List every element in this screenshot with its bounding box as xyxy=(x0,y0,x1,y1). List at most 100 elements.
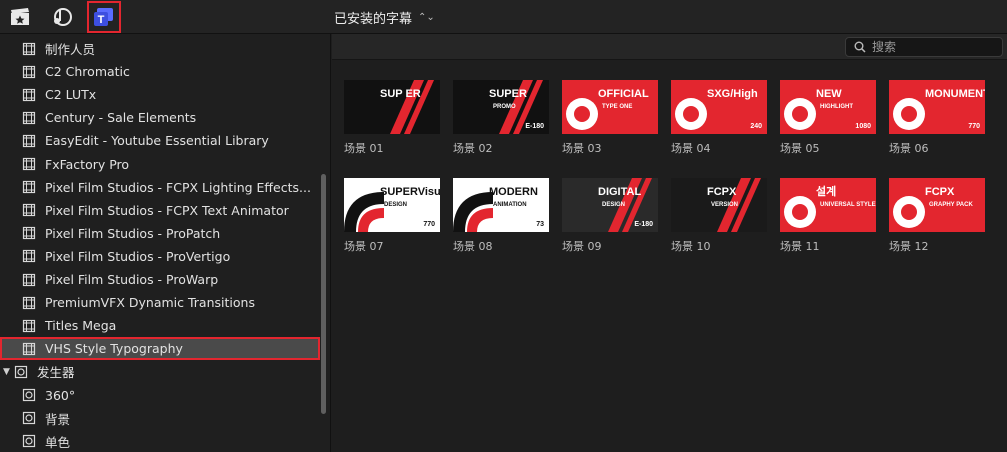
thumbnail-image[interactable]: 설계 UNIVERSAL STYLE xyxy=(780,178,876,232)
title-thumbnail[interactable]: DIGITAL DESIGN E-180 场景 09 xyxy=(562,178,658,254)
thumbnail-image[interactable]: SUPER PROMO E-180 xyxy=(453,80,549,134)
thumbnail-title-text: SXG/High xyxy=(707,88,758,100)
title-thumbnail[interactable]: MODERN ANIMATION 73 场景 08 xyxy=(453,178,549,254)
sidebar-item[interactable]: Pixel Film Studios - FCPX Text Animator xyxy=(0,199,320,222)
thumbnail-tag-text: 770 xyxy=(968,123,980,130)
disclosure-triangle-icon[interactable]: ▼ xyxy=(3,367,10,377)
sidebar-item[interactable]: Titles Mega xyxy=(0,314,320,337)
sidebar-group-generators[interactable]: ▼ 发生器 xyxy=(0,360,320,383)
thumbnail-image[interactable]: DIGITAL DESIGN E-180 xyxy=(562,178,658,232)
thumbnail-title-text: DIGITAL xyxy=(598,186,642,198)
sidebar-item[interactable]: 360° xyxy=(0,384,320,407)
clapper-star-icon[interactable] xyxy=(8,6,32,28)
title-category-icon xyxy=(22,250,36,263)
thumbnail-title-text: NEW xyxy=(816,88,842,100)
sidebar-scrollbar[interactable] xyxy=(321,174,326,414)
sidebar-item[interactable]: 制作人员 xyxy=(0,37,320,60)
sidebar-item-label: Titles Mega xyxy=(45,318,117,334)
thumbnail-subtitle-text: ANIMATION xyxy=(493,202,527,208)
thumbnail-label: 场景 07 xyxy=(344,240,384,253)
thumbnail-label: 场景 09 xyxy=(562,240,602,253)
title-category-icon xyxy=(22,88,36,101)
sidebar-item-label: VHS Style Typography xyxy=(45,341,183,357)
sidebar-item-label: 360° xyxy=(45,387,76,403)
thumbnail-label: 场景 04 xyxy=(671,142,711,155)
title-thumbnail[interactable]: 설계 UNIVERSAL STYLE 场景 11 xyxy=(780,178,876,254)
thumbnail-image[interactable]: SUPERVisual DESIGN 770 xyxy=(344,178,440,232)
thumbnail-label: 场景 10 xyxy=(671,240,711,253)
browser-toolbar: T 已安装的字幕 ⌃⌄ xyxy=(0,0,1007,34)
sidebar-item[interactable]: VHS Style Typography xyxy=(0,337,320,361)
thumbnail-title-text: SUPER xyxy=(489,88,527,100)
thumbnail-subtitle-text: PROMO xyxy=(493,104,516,110)
title-category-icon xyxy=(22,342,36,355)
sidebar-item[interactable]: Pixel Film Studios - ProWarp xyxy=(0,268,320,291)
title-category-icon xyxy=(22,227,36,240)
thumbnail-image[interactable]: SUP ER xyxy=(344,80,440,134)
thumbnail-image[interactable]: MONUMENT 770 xyxy=(889,80,985,134)
sidebar-item[interactable]: Pixel Film Studios - FCPX Lighting Effec… xyxy=(0,176,320,199)
thumbnail-subtitle-text: HIGHLIGHT xyxy=(820,104,853,110)
thumbnail-image[interactable]: SXG/High 240 xyxy=(671,80,767,134)
sidebar-item[interactable]: 单色 xyxy=(0,430,320,452)
title-thumbnail[interactable]: FCPX GRAPHY PACK 场景 12 xyxy=(889,178,985,254)
sidebar-item-label: EasyEdit - Youtube Essential Library xyxy=(45,133,269,149)
thumbnail-image[interactable]: FCPX VERSION xyxy=(671,178,767,232)
thumbnail-label: 场景 03 xyxy=(562,142,602,155)
sidebar-item-label: 背景 xyxy=(45,411,71,427)
title-thumbnail[interactable]: SUPER PROMO E-180 场景 02 xyxy=(453,80,549,156)
thumbnail-title-text: OFFICIAL xyxy=(598,88,649,100)
sidebar-item[interactable]: Century - Sale Elements xyxy=(0,106,320,129)
sidebar-item[interactable]: EasyEdit - Youtube Essential Library xyxy=(0,129,320,152)
thumbnail-label: 场景 05 xyxy=(780,142,820,155)
titles-icon[interactable]: T xyxy=(87,1,121,33)
title-category-icon xyxy=(22,111,36,124)
thumbnail-image[interactable]: NEW HIGHLIGHT 1080 xyxy=(780,80,876,134)
thumbnail-image[interactable]: MODERN ANIMATION 73 xyxy=(453,178,549,232)
thumbnail-image[interactable]: FCPX GRAPHY PACK xyxy=(889,178,985,232)
generator-item-icon xyxy=(22,388,36,402)
thumbnail-tag-text: E-180 xyxy=(634,221,653,228)
sidebar-item-label: 制作人员 xyxy=(45,42,96,57)
sidebar-item-label: PremiumVFX Dynamic Transitions xyxy=(45,295,255,311)
title-category-icon xyxy=(22,204,36,217)
sidebar-item-label: Pixel Film Studios - FCPX Text Animator xyxy=(45,202,289,218)
title-thumbnail[interactable]: MONUMENT 770 场景 06 xyxy=(889,80,985,156)
browser-title-dropdown[interactable]: 已安装的字幕 ⌃⌄ xyxy=(334,8,435,27)
sidebar-item[interactable]: C2 LUTx xyxy=(0,83,320,106)
thumbnail-image[interactable]: OFFICIAL TYPE ONE xyxy=(562,80,658,134)
thumbnail-title-text: FCPX xyxy=(707,186,737,198)
sidebar-item-label: Pixel Film Studios - FCPX Lighting Effec… xyxy=(45,179,311,195)
sidebar-item[interactable]: PremiumVFX Dynamic Transitions xyxy=(0,291,320,314)
sidebar-item[interactable]: FxFactory Pro xyxy=(0,153,320,176)
thumbnail-label: 场景 06 xyxy=(889,142,929,155)
thumbnail-label: 场景 02 xyxy=(453,142,493,155)
title-category-icon xyxy=(22,134,36,147)
thumbnail-title-text: MODERN xyxy=(489,186,538,198)
sidebar-item-label: 单色 xyxy=(45,434,71,450)
thumbnail-label: 场景 12 xyxy=(889,240,929,253)
search-field[interactable] xyxy=(845,37,1003,57)
title-category-icon xyxy=(22,296,36,309)
title-thumbnail[interactable]: SXG/High 240 场景 04 xyxy=(671,80,767,156)
thumbnail-tag-text: E-180 xyxy=(525,123,544,130)
thumbnail-title-text: FCPX xyxy=(925,186,955,198)
title-thumbnail[interactable]: NEW HIGHLIGHT 1080 场景 05 xyxy=(780,80,876,156)
search-input[interactable] xyxy=(872,40,992,54)
title-thumbnail[interactable]: FCPX VERSION 场景 10 xyxy=(671,178,767,254)
music-photo-icon[interactable] xyxy=(50,6,74,28)
sidebar-item[interactable]: 背景 xyxy=(0,407,320,430)
chevron-updown-icon: ⌃⌄ xyxy=(418,12,435,23)
thumbnail-subtitle-text: TYPE ONE xyxy=(602,104,633,110)
title-thumbnail[interactable]: SUP ER 场景 01 xyxy=(344,80,440,156)
thumbnail-label: 场景 11 xyxy=(780,240,820,253)
sidebar-item[interactable]: Pixel Film Studios - ProPatch xyxy=(0,222,320,245)
sidebar-item[interactable]: C2 Chromatic xyxy=(0,60,320,83)
thumbnail-tag-text: 770 xyxy=(423,221,435,228)
sidebar-item[interactable]: Pixel Film Studios - ProVertigo xyxy=(0,245,320,268)
title-thumbnail[interactable]: SUPERVisual DESIGN 770 场景 07 xyxy=(344,178,440,254)
thumbnail-title-text: MONUMENT xyxy=(925,88,985,100)
title-category-icon xyxy=(22,65,36,78)
thumbnail-tag-text: 1080 xyxy=(855,123,871,130)
title-thumbnail[interactable]: OFFICIAL TYPE ONE 场景 03 xyxy=(562,80,658,156)
